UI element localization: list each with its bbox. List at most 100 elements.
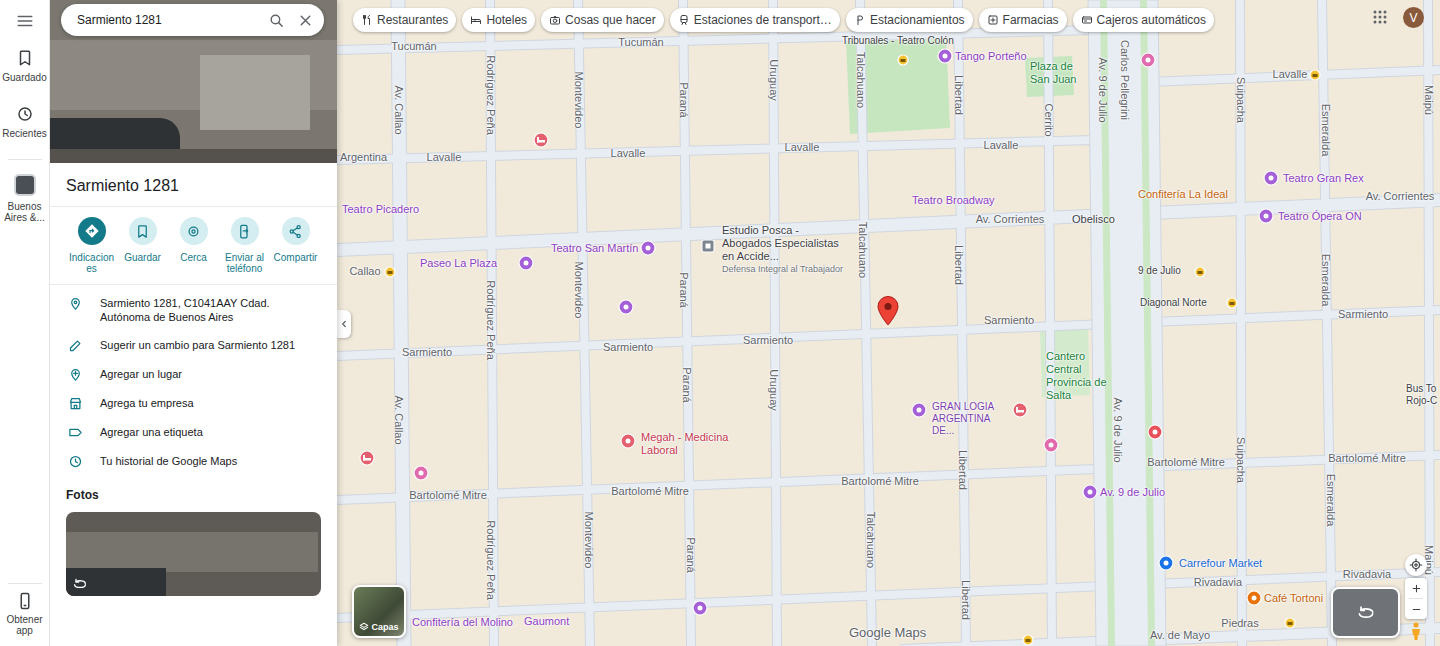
place-label[interactable]: Teatro Picadero xyxy=(342,203,419,216)
attraction-marker-icon[interactable] xyxy=(1147,424,1163,440)
place-label[interactable]: Café Tortoni xyxy=(1264,592,1323,605)
action-button[interactable]: Compartir xyxy=(270,217,321,274)
hotel-marker-icon[interactable] xyxy=(533,132,549,148)
place-label[interactable]: 9 de Julio xyxy=(1138,265,1181,277)
place-marker-icon[interactable] xyxy=(518,255,534,271)
place-label[interactable]: Carrefour Market xyxy=(1179,557,1262,570)
get-app-button[interactable]: Obtener app xyxy=(0,592,50,636)
apps-button[interactable] xyxy=(1370,7,1390,27)
street-label: Av. 9 de Julio xyxy=(1096,57,1109,122)
category-chip[interactable]: Estaciones de transport… xyxy=(670,8,840,32)
street-label: Sarmiento xyxy=(1338,308,1388,321)
street-label: Paraná xyxy=(680,367,693,402)
place-marker-icon[interactable] xyxy=(1246,590,1262,606)
place-marker-icon[interactable] xyxy=(640,240,656,256)
place-marker-icon[interactable] xyxy=(1258,208,1274,224)
place-label[interactable]: Argentina xyxy=(340,151,387,164)
detail-row[interactable]: Sarmiento 1281, C1041AAY Cdad. Autónoma … xyxy=(50,289,337,331)
category-chip[interactable]: Hoteles xyxy=(462,8,535,32)
place-marker-icon[interactable] xyxy=(1158,555,1174,571)
place-marker-icon[interactable] xyxy=(937,48,953,64)
place-label[interactable]: Teatro Ópera ON xyxy=(1278,210,1362,223)
place-marker-icon[interactable] xyxy=(620,433,636,449)
clear-button[interactable] xyxy=(297,12,314,29)
pharmacy-icon xyxy=(987,14,999,26)
category-chip[interactable]: Estacionamientos xyxy=(846,8,973,32)
pegman-button[interactable] xyxy=(1406,621,1426,641)
zoom-in-button[interactable] xyxy=(1405,578,1427,598)
place-label[interactable]: Megah - Medicina Laboral xyxy=(641,431,729,457)
place-label[interactable]: Confitería La Ideal xyxy=(1138,188,1228,201)
zoom-out-button[interactable] xyxy=(1405,599,1427,619)
category-chip[interactable]: Cajeros automáticos xyxy=(1073,8,1214,32)
menu-button[interactable] xyxy=(14,11,36,31)
place-label[interactable]: Confitería del Molino xyxy=(412,616,513,629)
detail-row[interactable]: Agrega tu empresa xyxy=(50,389,337,418)
bank-marker-icon[interactable] xyxy=(897,54,909,66)
place-label[interactable]: Teatro Gran Rex xyxy=(1283,172,1364,185)
search-icon xyxy=(268,12,285,29)
place-label[interactable]: Estudio Posca - Abogados Especialistas e… xyxy=(722,224,850,275)
shop-marker-icon[interactable] xyxy=(413,465,429,481)
hotel-marker-icon[interactable] xyxy=(359,450,375,466)
place-label[interactable]: Paseo La Plaza xyxy=(420,257,497,270)
place-label[interactable]: Bus To Rojo-C xyxy=(1406,383,1437,407)
place-marker-icon[interactable] xyxy=(911,402,927,418)
place-label[interactable]: Teatro Broadway xyxy=(912,194,995,207)
search-input[interactable] xyxy=(77,11,256,29)
transit-icon xyxy=(678,14,690,26)
place-label[interactable]: Av. 9 de Julio xyxy=(1100,486,1165,499)
place-marker-icon[interactable] xyxy=(1263,170,1279,186)
rail-item[interactable]: Recientes xyxy=(0,105,50,139)
detail-row[interactable]: Sugerir un cambio para Sarmiento 1281 xyxy=(50,331,337,360)
theater-marker-icon[interactable] xyxy=(618,299,634,315)
place-label[interactable]: GRAN LOGIA ARGENTINA DE... xyxy=(932,401,998,437)
place-marker-icon[interactable] xyxy=(701,239,715,253)
detail-row[interactable]: Agregar una etiqueta xyxy=(50,418,337,447)
category-chip[interactable]: Cosas que hacer xyxy=(541,8,664,32)
place-label[interactable]: Obelisco xyxy=(1072,213,1115,226)
account-avatar[interactable]: V xyxy=(1403,7,1424,28)
bank-marker-icon[interactable] xyxy=(384,266,396,278)
action-button[interactable]: Indicaciones xyxy=(66,217,117,274)
shop-marker-icon[interactable] xyxy=(1140,52,1156,68)
history-icon xyxy=(16,105,34,123)
category-chip[interactable]: Farmacias xyxy=(979,8,1067,32)
place-label[interactable]: Cantero Central Provincia de Salta xyxy=(1046,350,1108,402)
action-button[interactable]: Enviar al teléfono xyxy=(219,217,270,274)
bank-marker-icon[interactable] xyxy=(1194,266,1206,278)
photo-thumbnail[interactable] xyxy=(66,512,321,596)
place-label[interactable]: Teatro San Martín xyxy=(551,242,638,255)
place-marker-icon[interactable] xyxy=(1082,484,1098,500)
place-label[interactable]: Plaza de San Juan xyxy=(1030,60,1086,86)
place-label[interactable]: Gaumont xyxy=(524,615,569,628)
my-location-button[interactable] xyxy=(1405,554,1427,576)
category-chip[interactable]: Restaurantes xyxy=(353,8,456,32)
rail-item[interactable]: Buenos Aires &... xyxy=(0,174,50,223)
place-label[interactable]: Tango Porteño xyxy=(955,50,1027,63)
bank-marker-icon[interactable] xyxy=(1022,634,1034,646)
hotel-marker-icon[interactable] xyxy=(1012,402,1028,418)
street-label: Sarmiento xyxy=(603,341,653,354)
action-button[interactable]: Guardar xyxy=(117,217,168,274)
place-label[interactable]: Tribunales - Teatro Colón xyxy=(842,35,954,47)
search-button[interactable] xyxy=(268,12,285,29)
detail-list: Sarmiento 1281, C1041AAY Cdad. Autónoma … xyxy=(50,285,337,476)
detail-row[interactable]: Tu historial de Google Maps xyxy=(50,447,337,476)
detail-row[interactable]: Agregar un lugar xyxy=(50,360,337,389)
street-view-thumbnail[interactable] xyxy=(1331,587,1400,638)
collapse-panel-button[interactable] xyxy=(337,310,351,338)
bank-marker-icon[interactable] xyxy=(1226,297,1238,309)
street-label: Paraná xyxy=(677,272,690,307)
history-icon xyxy=(66,454,84,469)
map[interactable]: TucumánTucumánLavalleLavalleLavalleLaval… xyxy=(337,0,1440,646)
shop-marker-icon[interactable] xyxy=(1043,437,1059,453)
layers-button[interactable]: Capas xyxy=(352,585,406,638)
action-button[interactable]: Cerca xyxy=(168,217,219,274)
place-label[interactable]: Diagonal Norte xyxy=(1140,297,1207,309)
bank-marker-icon[interactable] xyxy=(1284,617,1296,629)
theater-marker-icon[interactable] xyxy=(692,600,708,616)
bank-marker-icon[interactable] xyxy=(1309,69,1321,81)
rail-item[interactable]: Guardado xyxy=(0,49,50,83)
street-label: Av. Callao xyxy=(392,85,405,134)
